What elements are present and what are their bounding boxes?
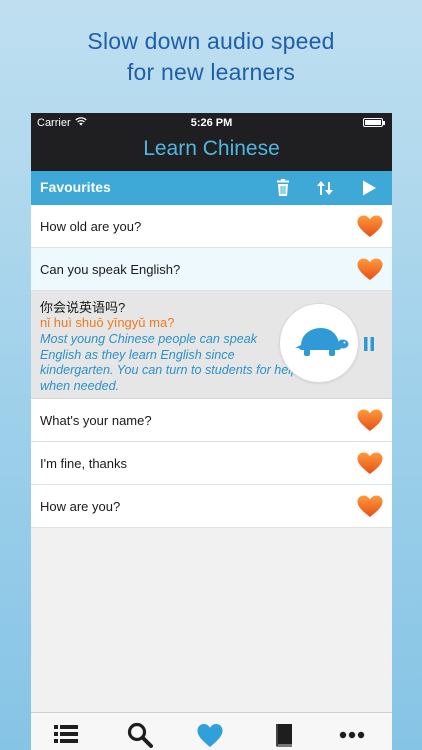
phrase-text: How old are you? [40,219,142,234]
book-icon[interactable] [270,721,298,749]
list-item[interactable]: I'm fine, thanks [31,442,392,485]
more-icon[interactable] [338,721,366,749]
list-item[interactable]: How old are you? [31,205,392,248]
phrase-text: Can you speak English? [40,262,181,277]
favourites-toolbar: Favourites [31,171,392,205]
status-time: 5:26 PM [190,117,233,129]
nav-title: Learn Chinese [143,137,280,160]
list-item[interactable]: How are you? [31,485,392,528]
list-empty-area [31,540,392,712]
phrase-text: What's your name? [40,413,152,428]
pause-icon[interactable] [363,336,375,352]
turtle-icon [295,328,349,356]
trash-icon[interactable] [272,177,294,199]
expanded-phrase[interactable]: 你会说英语吗? nǐ huì shuō yīngyǔ ma? Most youn… [31,291,392,399]
heart-icon[interactable] [196,721,224,749]
chinese-text: 你会说英语吗? [40,300,126,315]
list-icon[interactable] [52,721,80,749]
tab-bar [31,712,392,750]
translation-note: Most young Chinese people can speak Engl… [40,332,299,393]
phone-screen: Carrier 5:26 PM Learn Chinese Favourites [31,113,392,750]
headline-line-2: for new learners [126,59,296,85]
heart-icon[interactable] [357,495,383,518]
heart-icon[interactable] [357,409,383,432]
heart-icon[interactable] [357,452,383,475]
phrase-text: I'm fine, thanks [40,456,128,471]
heart-icon[interactable] [357,258,383,281]
slow-speed-button[interactable] [280,304,358,382]
search-icon[interactable] [126,721,154,749]
phrase-list: How old are you? Can you speak English? … [31,205,392,528]
promo-headline: Slow down audio speed for new learners [0,26,422,88]
headline-line-1: Slow down audio speed [87,28,335,54]
heart-icon[interactable] [357,215,383,238]
phrase-text: How are you? [40,499,121,514]
status-bar: Carrier 5:26 PM [31,113,392,133]
pinyin-text: nǐ huì shuō yīngyǔ ma? [40,315,175,330]
play-icon[interactable] [358,177,380,199]
top-bar: Carrier 5:26 PM Learn Chinese [31,113,392,171]
battery-icon [363,118,385,127]
sort-icon[interactable] [314,177,336,199]
toolbar-title: Favourites [40,179,111,195]
list-item[interactable]: What's your name? [31,399,392,442]
list-item[interactable]: Can you speak English? [31,248,392,291]
